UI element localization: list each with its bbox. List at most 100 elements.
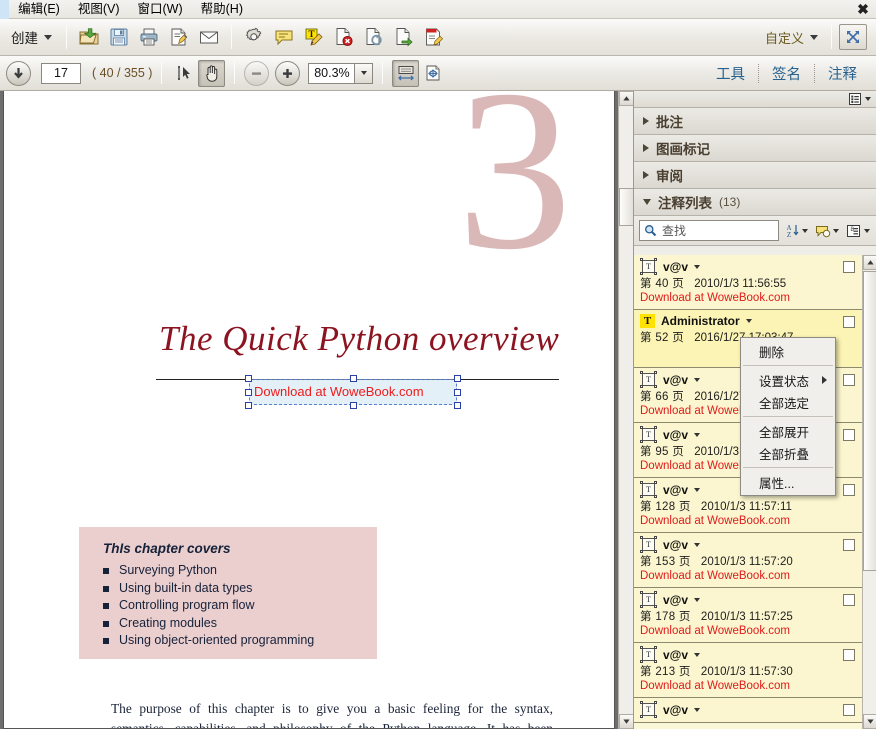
document-viewport[interactable]: 3 The Quick Python overview Download at …	[0, 91, 633, 729]
table-row[interactable]: T v@v 第 40 页 2010/1/3 11:56:55 Download …	[634, 255, 862, 310]
annotation-checkbox[interactable]	[843, 704, 855, 716]
document-scrollbar[interactable]	[618, 91, 634, 729]
save-button[interactable]	[104, 22, 134, 52]
chevron-down-icon[interactable]	[694, 432, 701, 437]
pdf-page[interactable]: 3 The Quick Python overview Download at …	[3, 91, 615, 729]
text-highlight-button[interactable]: T	[299, 22, 329, 52]
menu-help[interactable]: 帮助(H)	[192, 0, 252, 19]
table-row[interactable]: T v@v 第 178 页 2010/1/3 11:57:25 Download…	[634, 588, 862, 643]
list-item-label: Controlling program flow	[119, 598, 255, 612]
ctx-select-all[interactable]: 全部选定	[741, 391, 835, 413]
fit-width-button[interactable]	[392, 59, 420, 87]
comment-bubble-button[interactable]	[269, 22, 299, 52]
chevron-down-icon[interactable]	[694, 597, 701, 602]
chevron-down-icon[interactable]	[694, 487, 701, 492]
resize-handle-ne[interactable]	[454, 375, 461, 382]
create-button[interactable]: 创建	[5, 24, 59, 50]
resize-handle-nw[interactable]	[245, 375, 252, 382]
open-folder-button[interactable]	[74, 22, 104, 52]
annotation-checkbox[interactable]	[843, 261, 855, 273]
fit-page-button[interactable]	[419, 60, 446, 87]
menu-window[interactable]: 窗口(W)	[129, 0, 192, 19]
email-button[interactable]	[194, 22, 224, 52]
tools-link[interactable]: 工具	[703, 61, 758, 86]
chevron-down-icon[interactable]	[694, 652, 701, 657]
expand-toolbar-button[interactable]	[839, 24, 867, 50]
chevron-down-icon[interactable]	[694, 542, 701, 547]
resize-handle-n[interactable]	[350, 375, 357, 382]
annotation-checkbox[interactable]	[843, 649, 855, 661]
context-menu[interactable]: 删除 设置状态 全部选定 全部展开 全部折叠 属性...	[740, 337, 836, 496]
edit-document-button[interactable]	[164, 22, 194, 52]
highlight-annotation-icon: T	[640, 314, 655, 328]
select-tool-button[interactable]	[171, 60, 198, 87]
resize-handle-sw[interactable]	[245, 402, 252, 409]
ctx-set-status[interactable]: 设置状态	[741, 369, 835, 391]
gear-button[interactable]	[239, 22, 269, 52]
scroll-up-arrow-icon[interactable]	[863, 255, 876, 270]
zoom-out-button[interactable]	[244, 60, 270, 86]
edit-form-button[interactable]	[419, 22, 449, 52]
sign-link[interactable]: 签名	[759, 61, 814, 86]
annotation-checkbox[interactable]	[843, 316, 855, 328]
textbox-annotation-icon: T	[640, 258, 657, 275]
scroll-up-arrow-icon[interactable]	[619, 91, 634, 106]
annotation-checkbox[interactable]	[843, 374, 855, 386]
rotate-page-button[interactable]	[359, 22, 389, 52]
annotation-checkbox[interactable]	[843, 429, 855, 441]
resize-handle-e[interactable]	[454, 389, 461, 396]
panel-options-button[interactable]	[848, 92, 871, 106]
resize-handle-w[interactable]	[245, 389, 252, 396]
menu-view[interactable]: 视图(V)	[69, 0, 129, 19]
chevron-down-icon[interactable]	[745, 319, 752, 323]
customize-button[interactable]: 自定义	[759, 25, 824, 50]
section-drawing-markups[interactable]: 图画标记	[634, 135, 876, 162]
close-icon[interactable]: ✖	[856, 2, 870, 16]
chevron-down-icon	[833, 228, 839, 233]
search-input[interactable]: 查找	[639, 220, 779, 241]
resize-handle-s[interactable]	[350, 402, 357, 409]
annotation-checkbox[interactable]	[843, 484, 855, 496]
ctx-collapse-all[interactable]: 全部折叠	[741, 442, 835, 464]
list-options-button[interactable]: 8	[845, 223, 871, 239]
ctx-properties[interactable]: 属性...	[741, 471, 835, 493]
export-page-button[interactable]	[389, 22, 419, 52]
zoom-level-input[interactable]: 80.3%	[308, 62, 355, 84]
delete-page-button[interactable]	[329, 22, 359, 52]
page-number-input[interactable]: 17	[41, 62, 81, 84]
table-row[interactable]: T v@v	[634, 698, 862, 723]
scroll-down-button[interactable]	[6, 60, 31, 86]
menu-edit[interactable]: 编辑(E)	[9, 0, 69, 19]
textbox-annotation-icon: T	[640, 371, 657, 388]
scroll-down-arrow-icon[interactable]	[863, 714, 876, 729]
chevron-down-icon[interactable]	[694, 377, 701, 382]
section-review[interactable]: 审阅	[634, 162, 876, 189]
ctx-delete[interactable]: 删除	[741, 340, 835, 362]
section-annotation-list[interactable]: 注释列表 (13)	[634, 189, 876, 216]
annotation-checkbox[interactable]	[843, 539, 855, 551]
zoom-in-button[interactable]	[275, 60, 301, 86]
zoom-dropdown-button[interactable]	[354, 62, 374, 84]
table-row[interactable]: T v@v 第 213 页 2010/1/3 11:57:30 Download…	[634, 643, 862, 698]
annotation-page: 第 213 页	[640, 666, 691, 678]
ctx-expand-all[interactable]: 全部展开	[741, 420, 835, 442]
menu-file-clipped[interactable]: )	[0, 0, 10, 19]
print-button[interactable]	[134, 22, 164, 52]
annotation-author: v@v	[663, 259, 689, 274]
scrollbar-thumb[interactable]	[863, 271, 876, 571]
comment-link[interactable]: 注释	[815, 61, 870, 86]
toolbar-separator	[831, 25, 832, 49]
hand-tool-button[interactable]	[198, 59, 226, 87]
resize-handle-se[interactable]	[454, 402, 461, 409]
scrollbar-thumb[interactable]	[619, 188, 634, 226]
filter-button[interactable]	[814, 223, 840, 239]
sort-button[interactable]: A Z	[784, 222, 809, 239]
chevron-down-icon[interactable]	[694, 264, 701, 269]
chevron-down-icon[interactable]	[694, 707, 701, 712]
annotation-list-scrollbar[interactable]	[862, 255, 876, 729]
table-row[interactable]: T v@v 第 153 页 2010/1/3 11:57:20 Download…	[634, 533, 862, 588]
annotation-checkbox[interactable]	[843, 594, 855, 606]
scroll-down-arrow-icon[interactable]	[619, 714, 634, 729]
selected-textbox-annotation[interactable]: Download at WoweBook.com	[245, 375, 461, 409]
section-comments[interactable]: 批注	[634, 108, 876, 135]
